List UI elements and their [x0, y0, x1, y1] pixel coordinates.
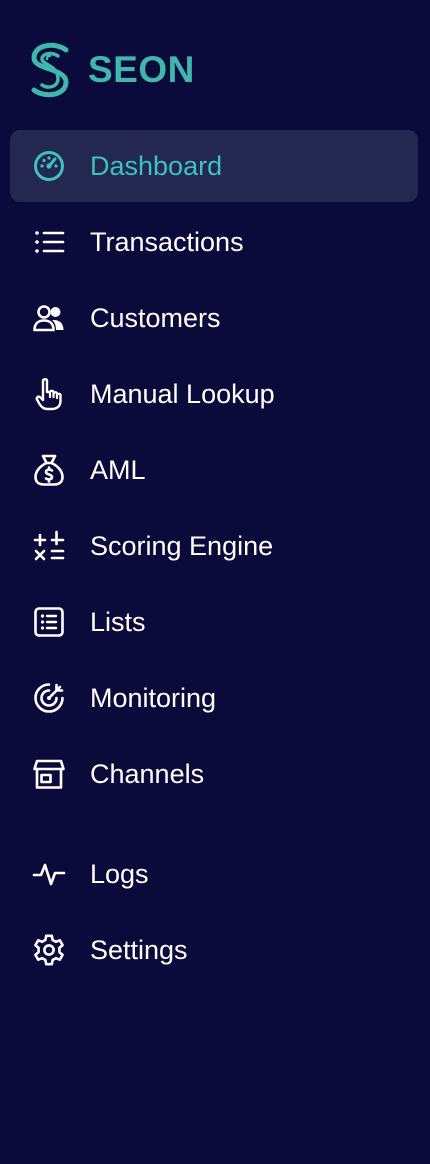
nav-item-aml[interactable]: AML — [10, 434, 418, 506]
nav-label-channels: Channels — [90, 759, 205, 789]
nav-item-dashboard[interactable]: Dashboard — [10, 130, 418, 202]
pointer-hand-icon — [32, 377, 66, 411]
nav-label-transactions: Transactions — [90, 227, 244, 257]
list-icon — [32, 225, 66, 259]
nav-label-dashboard: Dashboard — [90, 151, 223, 181]
nav-item-settings[interactable]: Settings — [10, 914, 418, 986]
nav-item-lists[interactable]: Lists — [10, 586, 418, 658]
seon-logo-icon — [31, 42, 69, 98]
target-icon — [32, 681, 66, 715]
nav-label-monitoring: Monitoring — [90, 683, 217, 713]
dashboard-gauge-icon — [32, 149, 66, 183]
nav-label-logs: Logs — [90, 859, 149, 889]
nav-item-monitoring[interactable]: Monitoring — [10, 662, 418, 734]
gear-icon — [32, 933, 66, 967]
money-bag-icon — [32, 453, 66, 487]
nav-item-logs[interactable]: Logs — [10, 838, 418, 910]
activity-pulse-icon — [32, 857, 66, 891]
nav-item-customers[interactable]: Customers — [10, 282, 418, 354]
nav-label-manual-lookup: Manual Lookup — [90, 379, 275, 409]
brand-name: SEON — [88, 49, 195, 90]
nav-label-settings: Settings — [90, 935, 188, 965]
nav-label-lists: Lists — [90, 607, 146, 637]
nav-label-aml: AML — [90, 455, 146, 485]
nav-label-customers: Customers — [90, 303, 221, 333]
sidebar: SEON Dashboard Transactions Customers Ma… — [0, 0, 430, 1164]
list-box-icon — [32, 605, 66, 639]
nav-label-scoring-engine: Scoring Engine — [90, 531, 274, 561]
calculator-operations-icon — [32, 529, 66, 563]
brand-logo[interactable]: SEON — [26, 42, 195, 98]
main-nav: Dashboard Transactions Customers Manual … — [10, 130, 418, 990]
nav-item-transactions[interactable]: Transactions — [10, 206, 418, 278]
nav-item-scoring-engine[interactable]: Scoring Engine — [10, 510, 418, 582]
users-icon — [32, 301, 66, 335]
storefront-icon — [32, 757, 66, 791]
nav-item-channels[interactable]: Channels — [10, 738, 418, 810]
nav-item-manual-lookup[interactable]: Manual Lookup — [10, 358, 418, 430]
